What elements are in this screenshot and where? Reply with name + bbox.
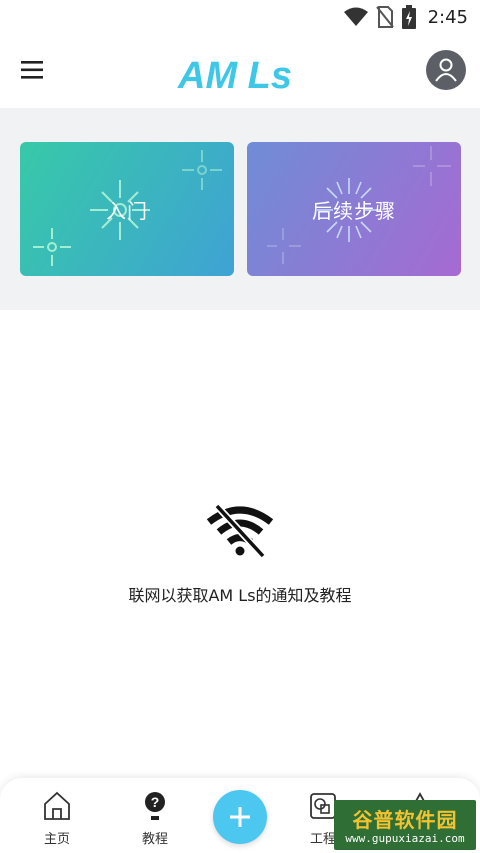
getting-started-label: 入门 bbox=[106, 198, 148, 223]
user-icon bbox=[435, 58, 457, 82]
help-bulb-icon: ? bbox=[145, 792, 165, 820]
home-icon bbox=[44, 791, 70, 820]
site-watermark: 谷普软件园 www.gupuxiazai.com bbox=[334, 800, 476, 850]
app-screen: 2:45 AM Ls 入门 后续步骤 联网以获取AM Ls的通知及教程 主页 ?… bbox=[0, 0, 480, 853]
menu-button[interactable] bbox=[18, 56, 48, 84]
battery-charging-icon bbox=[401, 5, 416, 29]
plus-icon bbox=[230, 807, 250, 827]
status-time: 2:45 bbox=[427, 6, 468, 28]
app-bar: AM Ls bbox=[0, 34, 480, 108]
nav-tutorial-label: 教程 bbox=[141, 832, 168, 847]
watermark-title: 谷普软件园 bbox=[352, 808, 458, 832]
no-sim-icon bbox=[375, 6, 394, 28]
hamburger-menu-icon bbox=[21, 61, 43, 79]
next-steps-label: 后续步骤 bbox=[312, 198, 396, 223]
offline-message: 联网以获取AM Ls的通知及教程 bbox=[128, 586, 352, 605]
offline-message-area: 联网以获取AM Ls的通知及教程 bbox=[0, 500, 480, 606]
getting-started-card[interactable]: 入门 bbox=[20, 142, 234, 276]
nav-tutorial[interactable]: ? 教程 bbox=[115, 790, 195, 847]
wifi-off-icon bbox=[206, 503, 274, 559]
svg-text:?: ? bbox=[151, 794, 160, 810]
feature-cards-area: 入门 后续步骤 bbox=[0, 108, 480, 310]
next-steps-card[interactable]: 后续步骤 bbox=[247, 142, 461, 276]
account-button[interactable] bbox=[426, 50, 466, 90]
logo-text: AM Ls bbox=[177, 55, 292, 97]
nav-home-label: 主页 bbox=[43, 832, 70, 847]
watermark-url: www.gupuxiazai.com bbox=[345, 832, 465, 845]
app-logo: AM Ls bbox=[177, 55, 292, 97]
status-bar: 2:45 bbox=[0, 0, 480, 34]
add-button[interactable] bbox=[213, 790, 267, 844]
nav-home[interactable]: 主页 bbox=[17, 790, 97, 847]
wifi-signal-icon bbox=[343, 7, 368, 26]
